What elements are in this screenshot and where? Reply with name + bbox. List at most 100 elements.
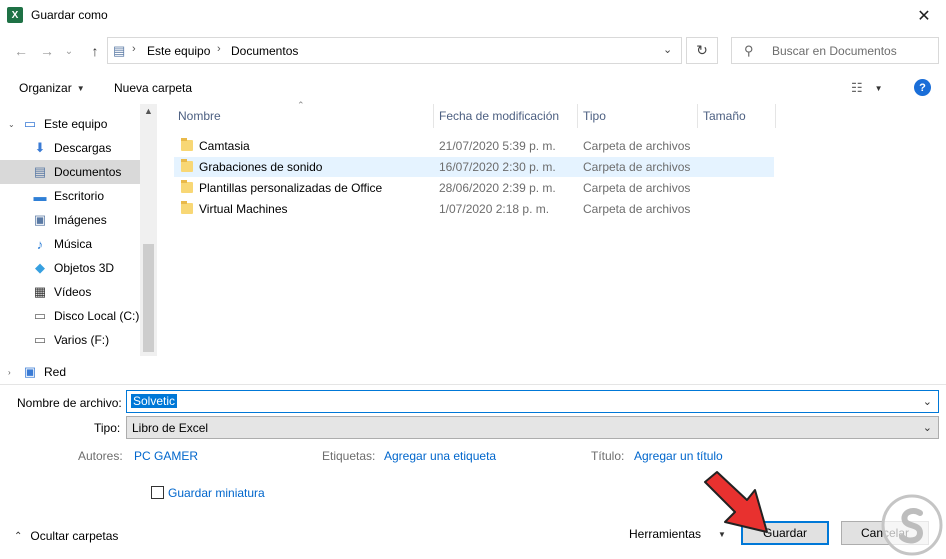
details-view-icon: ☷ [851,80,863,95]
chevron-up-icon: ⌃ [14,530,23,542]
watermark-logo-icon [881,494,943,556]
sidebar-item-imagenes[interactable]: ▣ Imágenes [0,208,140,232]
folder-icon [181,138,193,151]
tools-label: Herramientas [629,527,702,541]
arrow-right-icon: → [40,43,54,59]
filename-label: Nombre de archivo: [17,396,122,410]
scroll-up-icon[interactable]: ▲ [144,106,153,116]
breadcrumb-separator-icon: › [132,43,136,55]
sidebar-item-label: Disco Local (C:) [54,309,140,323]
sidebar-item-disco-local[interactable]: ▭ Disco Local (C:) [0,304,140,328]
sidebar-item-label: Este equipo [44,117,108,131]
sidebar-item-este-equipo[interactable]: ⌄ ▭ Este equipo [0,112,140,136]
document-icon: ▤ [113,43,126,58]
column-header-name[interactable]: Nombre [173,104,434,128]
column-header-type[interactable]: Tipo [578,104,698,128]
drive-icon: ▭ [33,332,47,347]
arrow-up-icon: ↑ [91,43,99,59]
organize-menu[interactable]: Organizar ▼ [19,81,85,95]
save-thumbnail-checkbox[interactable] [151,486,164,499]
file-row-camtasia[interactable]: Camtasia 21/07/2020 5:39 p. m. Carpeta d… [174,136,774,156]
hide-folders-label: Ocultar carpetas [30,529,119,543]
image-icon: ▣ [33,212,47,227]
sidebar-item-escritorio[interactable]: ▬ Escritorio [0,184,140,208]
file-type: Carpeta de archivos [583,139,691,153]
video-icon: ▦ [33,284,47,299]
tags-label: Etiquetas: [322,449,376,463]
annotation-arrow-icon [704,471,768,533]
excel-icon: X [7,7,23,23]
hide-folders-button[interactable]: ⌃ Ocultar carpetas [14,529,118,543]
filename-value: Solvetic [131,394,178,408]
caret-down-icon: ▼ [76,83,85,93]
add-tag-link[interactable]: Agregar una etiqueta [384,449,496,463]
sidebar-item-label: Varios (F:) [54,333,110,347]
file-row-grabaciones[interactable]: Grabaciones de sonido 16/07/2020 2:30 p.… [174,157,774,177]
file-row-virtual-machines[interactable]: Virtual Machines 1/07/2020 2:18 p. m. Ca… [174,199,774,219]
chevron-down-icon: ⌄ [922,422,932,434]
sidebar-item-descargas[interactable]: ⬇ Descargas [0,136,140,160]
file-name: Virtual Machines [199,202,288,216]
search-placeholder: Buscar en Documentos [772,44,897,58]
column-header-modified[interactable]: Fecha de modificación [434,104,578,128]
organize-label: Organizar [19,81,72,95]
column-header-size[interactable]: Tamaño [698,104,776,128]
close-icon: ✕ [917,8,931,25]
divider [0,384,946,385]
arrow-left-icon: ← [14,43,28,59]
up-button[interactable]: ↑ [84,40,106,62]
breadcrumb-documentos[interactable]: Documentos [231,44,298,58]
window-title: Guardar como [31,8,108,22]
authors-value[interactable]: PC GAMER [134,449,198,463]
chevron-right-icon[interactable]: › [8,368,16,377]
file-modified: 21/07/2020 5:39 p. m. [439,139,556,153]
document-icon: ▤ [33,164,47,179]
address-dropdown-chevron-icon[interactable]: ⌄ [663,43,672,56]
new-folder-button[interactable]: Nueva carpeta [114,81,192,95]
address-bar[interactable]: ▤ › Este equipo › Documentos ⌄ [107,37,682,64]
chevron-down-icon[interactable]: ⌄ [8,120,16,129]
authors-label: Autores: [78,449,123,463]
breadcrumb-separator-icon: › [217,43,221,55]
folder-icon [181,180,193,193]
file-type: Carpeta de archivos [583,160,691,174]
navigation-pane: ⌄ ▭ Este equipo ⬇ Descargas ▤ Documentos… [0,104,157,384]
close-button[interactable]: ✕ [910,4,938,28]
chevron-down-icon[interactable]: ⌄ [923,395,932,408]
music-icon: ♪ [36,236,44,252]
folder-icon [181,201,193,214]
view-options-button[interactable]: ☷ ▼ [851,80,883,96]
breadcrumb-este-equipo[interactable]: Este equipo [147,44,210,58]
sidebar-item-musica[interactable]: ♪ Música [0,232,140,256]
sidebar-item-label: Imágenes [54,213,107,227]
sidebar-item-label: Objetos 3D [54,261,115,275]
type-label: Tipo: [94,421,121,435]
back-button[interactable]: ← [10,40,32,62]
add-title-link[interactable]: Agregar un título [634,449,723,463]
caret-down-icon: ▼ [874,83,883,93]
save-thumbnail-label[interactable]: Guardar miniatura [168,486,265,500]
filename-input[interactable]: Solvetic ⌄ [126,390,939,413]
sidebar-item-documentos[interactable]: ▤ Documentos [0,160,140,184]
drive-icon: ▭ [33,308,47,323]
file-row-plantillas[interactable]: Plantillas personalizadas de Office 28/0… [174,178,774,198]
sidebar-item-red[interactable]: › ▣ Red [0,360,140,384]
sidebar-item-objetos-3d[interactable]: ◆ Objetos 3D [0,256,140,280]
file-type: Carpeta de archivos [583,202,691,216]
nav-scrollbar-thumb[interactable] [143,244,154,352]
help-icon[interactable]: ? [914,79,931,96]
computer-icon: ▭ [23,116,37,131]
download-icon: ⬇ [34,140,46,155]
search-box[interactable]: ⚲ Buscar en Documentos [731,37,939,64]
sidebar-item-videos[interactable]: ▦ Vídeos [0,280,140,304]
type-select[interactable]: Libro de Excel ⌄ [126,416,939,439]
toolbar: Organizar ▼ Nueva carpeta ☷ ▼ ? [0,72,946,104]
sidebar-item-label: Música [54,237,93,251]
recent-locations-button[interactable]: ⌄ [62,40,76,62]
sidebar-item-varios[interactable]: ▭ Varios (F:) [0,328,140,352]
forward-button[interactable]: → [36,40,58,62]
folder-icon [181,159,193,172]
refresh-button[interactable]: ↻ [686,37,718,64]
title-bar: X Guardar como ✕ [0,0,946,31]
file-modified: 1/07/2020 2:18 p. m. [439,202,550,216]
